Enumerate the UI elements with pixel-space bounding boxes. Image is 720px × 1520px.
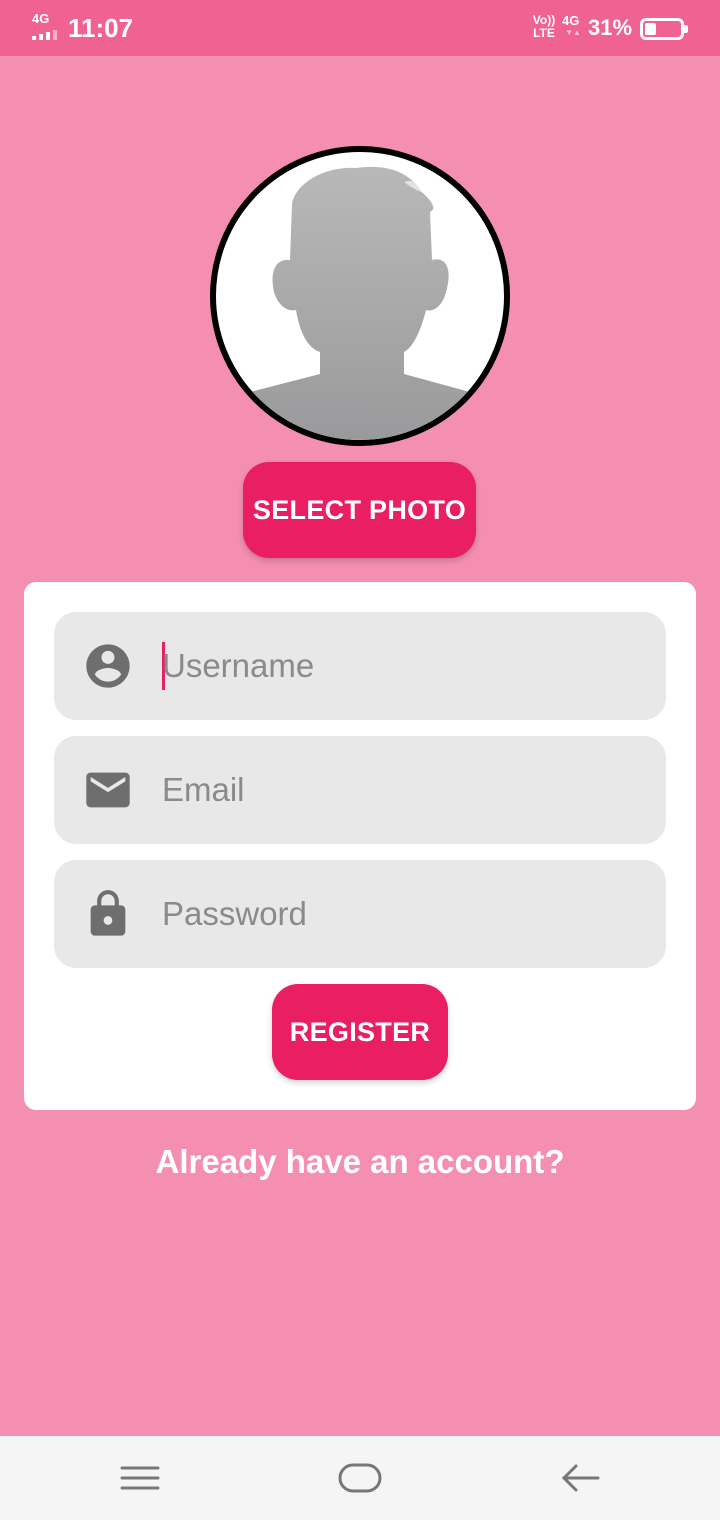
data-network-indicator: 4G ▼▲ bbox=[562, 14, 584, 42]
username-input[interactable] bbox=[162, 612, 642, 720]
battery-icon bbox=[640, 18, 688, 40]
status-time: 11:07 bbox=[68, 13, 134, 43]
login-link[interactable]: Already have an account? bbox=[0, 1138, 720, 1186]
volte-indicator: Vo)) LTE bbox=[530, 14, 558, 42]
register-form-card: REGISTER bbox=[24, 582, 696, 1110]
volte-bottom-label: LTE bbox=[533, 26, 555, 40]
email-input[interactable] bbox=[162, 736, 642, 844]
email-field[interactable] bbox=[54, 736, 666, 844]
menu-icon[interactable] bbox=[112, 1458, 168, 1498]
person-placeholder-icon bbox=[216, 166, 504, 440]
account-circle-icon bbox=[82, 640, 134, 692]
register-button[interactable]: REGISTER bbox=[272, 984, 448, 1080]
battery-percent: 31% bbox=[588, 15, 633, 40]
home-icon[interactable] bbox=[332, 1458, 388, 1498]
profile-photo[interactable] bbox=[210, 146, 510, 446]
back-arrow-icon[interactable] bbox=[552, 1458, 608, 1498]
network-type-label: 4G bbox=[32, 11, 50, 26]
password-field[interactable] bbox=[54, 860, 666, 968]
lock-icon bbox=[82, 888, 134, 940]
data-activity-icon: ▼▲ bbox=[565, 28, 581, 37]
email-icon bbox=[82, 764, 134, 816]
data-network-label: 4G bbox=[562, 13, 580, 28]
signal-strength-icon: 4G bbox=[32, 12, 62, 40]
password-input[interactable] bbox=[162, 860, 642, 968]
status-bar: 4G 11:07 Vo)) LTE 4G ▼▲ 31% bbox=[0, 0, 720, 56]
select-photo-button[interactable]: SELECT PHOTO bbox=[243, 462, 476, 558]
system-navigation-bar bbox=[0, 1436, 720, 1520]
username-field[interactable] bbox=[54, 612, 666, 720]
